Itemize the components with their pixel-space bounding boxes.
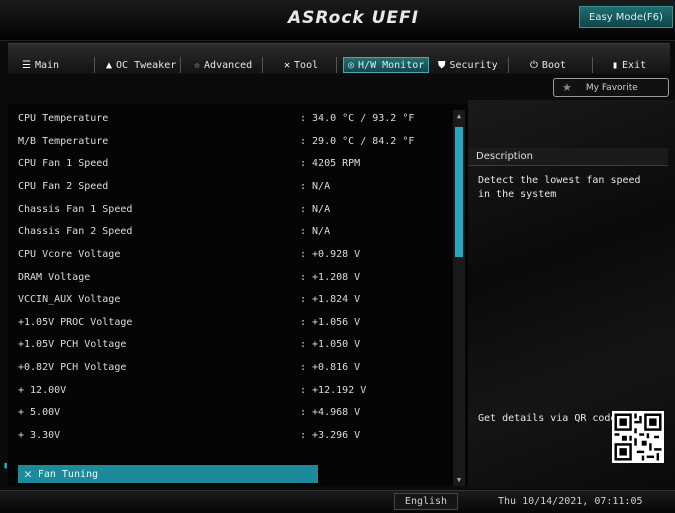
list-item[interactable]: + 3.30V : +3.296 V [18, 427, 448, 445]
list-item[interactable]: CPU Fan 2 Speed : N/A [18, 178, 448, 196]
tab-hw-monitor[interactable]: ◎ H/W Monitor [343, 57, 430, 73]
tab-label: OC Tweaker [116, 59, 177, 71]
item-label: Chassis Fan 2 Speed [18, 226, 133, 237]
item-value: : +0.816 V [300, 362, 361, 373]
tab-tool[interactable]: ✕ Tool [284, 57, 318, 73]
scrollbar[interactable]: ▲ ▼ [453, 110, 465, 486]
brand-logo: ASRock UEFI [288, 8, 419, 28]
title-bar: ASRock UEFI Easy Mode(F6) [0, 0, 675, 41]
rocket-icon: ▲ [106, 59, 113, 71]
list-item[interactable]: DRAM Voltage : +1.208 V [18, 269, 448, 287]
exit-icon: ▮ [612, 59, 619, 71]
item-value: : N/A [300, 181, 331, 192]
item-label: + 12.00V [18, 385, 67, 396]
tab-exit[interactable]: ▮ Exit [612, 57, 646, 73]
scroll-down-arrow-icon[interactable]: ▼ [453, 474, 465, 486]
tab-label: Exit [622, 59, 647, 71]
scrollbar-thumb[interactable] [455, 127, 463, 257]
monitor-icon: ◎ [348, 59, 355, 71]
qr-code-icon [612, 411, 664, 463]
tab-label: Boot [541, 59, 567, 71]
list-item[interactable]: + 5.00V : +4.968 V [18, 404, 448, 422]
list-item[interactable]: M/B Temperature : 29.0 °C / 84.2 °F [18, 133, 448, 151]
tools-icon: ✕ [284, 59, 291, 71]
tab-label: Main [34, 59, 60, 71]
list-item[interactable]: +0.82V PCH Voltage : +0.816 V [18, 359, 448, 377]
item-value: : +4.968 V [300, 407, 361, 418]
item-label: M/B Temperature [18, 136, 109, 147]
tab-divider [592, 57, 593, 73]
item-value: : +1.824 V [300, 294, 361, 305]
tab-oc-tweaker[interactable]: ▲ OC Tweaker [106, 57, 176, 73]
list-item[interactable]: +1.05V PROC Voltage : +1.056 V [18, 314, 448, 332]
tab-divider [508, 57, 509, 73]
star-icon: ★ [562, 81, 572, 94]
fan-tuning-label: Fan Tuning [37, 468, 99, 480]
date-time: Thu 10/14/2021, 07:11:05 [498, 496, 643, 507]
item-label: CPU Vcore Voltage [18, 249, 121, 260]
tab-label: H/W Monitor [358, 59, 425, 71]
scroll-up-arrow-icon[interactable]: ▲ [453, 110, 465, 122]
item-value: : +0.928 V [300, 249, 361, 260]
list-item[interactable]: CPU Fan 1 Speed : 4205 RPM [18, 155, 448, 173]
item-value: : 29.0 °C / 84.2 °F [300, 136, 415, 147]
tab-divider [180, 57, 181, 73]
item-value: : 4205 RPM [300, 158, 361, 169]
item-label: +1.05V PROC Voltage [18, 317, 133, 328]
item-label: VCCIN_AUX Voltage [18, 294, 121, 305]
description-header: Description [468, 148, 668, 166]
item-value: : N/A [300, 204, 331, 215]
item-label: CPU Fan 1 Speed [18, 158, 109, 169]
tab-advanced[interactable]: ☆ Advanced [194, 57, 252, 73]
list-icon: ☰ [22, 59, 31, 71]
tab-divider [262, 57, 263, 73]
item-label: + 5.00V [18, 407, 61, 418]
list-item[interactable]: +1.05V PCH Voltage : +1.050 V [18, 336, 448, 354]
item-label: CPU Fan 2 Speed [18, 181, 109, 192]
power-icon: ⏻ [530, 59, 538, 71]
list-item[interactable]: Chassis Fan 2 Speed : N/A [18, 223, 448, 241]
tab-boot[interactable]: ⏻ Boot [530, 57, 566, 73]
qr-caption: Get details via QR code [478, 413, 617, 424]
item-value: : +12.192 V [300, 385, 367, 396]
wrench-icon: ✕ [24, 466, 32, 482]
hw-monitor-list: CPU Temperature : 34.0 °C / 93.2 °F M/B … [8, 104, 468, 486]
language-button[interactable]: English [394, 493, 458, 510]
list-item[interactable]: CPU Vcore Voltage : +0.928 V [18, 246, 448, 264]
shield-icon: ⛊ [438, 59, 446, 71]
item-value: : +1.208 V [300, 272, 361, 283]
tab-label: Advanced [204, 59, 253, 71]
item-value: : N/A [300, 226, 331, 237]
tab-label: Security [449, 59, 498, 71]
tab-security[interactable]: ⛊ Security [438, 57, 498, 73]
my-favorite-button[interactable]: ★ My Favorite [553, 78, 669, 97]
item-label: +1.05V PCH Voltage [18, 339, 127, 350]
list-item[interactable]: Chassis Fan 1 Speed : N/A [18, 201, 448, 219]
list-item[interactable]: CPU Temperature : 34.0 °C / 93.2 °F [18, 110, 448, 128]
item-value: : 34.0 °C / 93.2 °F [300, 113, 415, 124]
item-value: : +3.296 V [300, 430, 361, 441]
list-item[interactable]: + 12.00V : +12.192 V [18, 382, 448, 400]
item-value: : +1.056 V [300, 317, 361, 328]
tab-bar: ☰ Main ▲ OC Tweaker ☆ Advanced ✕ Tool ◎ … [8, 43, 670, 74]
item-label: DRAM Voltage [18, 272, 91, 283]
item-label: + 3.30V [18, 430, 61, 441]
tab-label: Tool [294, 59, 319, 71]
item-label: +0.82V PCH Voltage [18, 362, 127, 373]
my-favorite-label: My Favorite [585, 82, 638, 93]
easy-mode-button[interactable]: Easy Mode(F6) [579, 6, 673, 28]
tab-divider [336, 57, 337, 73]
list-item[interactable]: VCCIN_AUX Voltage : +1.824 V [18, 291, 448, 309]
description-title: Description [476, 151, 533, 162]
item-label: CPU Temperature [18, 113, 109, 124]
item-label: Chassis Fan 1 Speed [18, 204, 133, 215]
item-value: : +1.050 V [300, 339, 361, 350]
tab-main[interactable]: ☰ Main [22, 57, 59, 73]
selection-marker-icon: ▮ [3, 461, 9, 471]
fan-tuning-item[interactable]: ✕ Fan Tuning [18, 465, 318, 483]
star-icon: ☆ [194, 59, 201, 71]
tab-divider [94, 57, 95, 73]
description-text: Detect the lowest fan speed in the syste… [478, 175, 641, 200]
